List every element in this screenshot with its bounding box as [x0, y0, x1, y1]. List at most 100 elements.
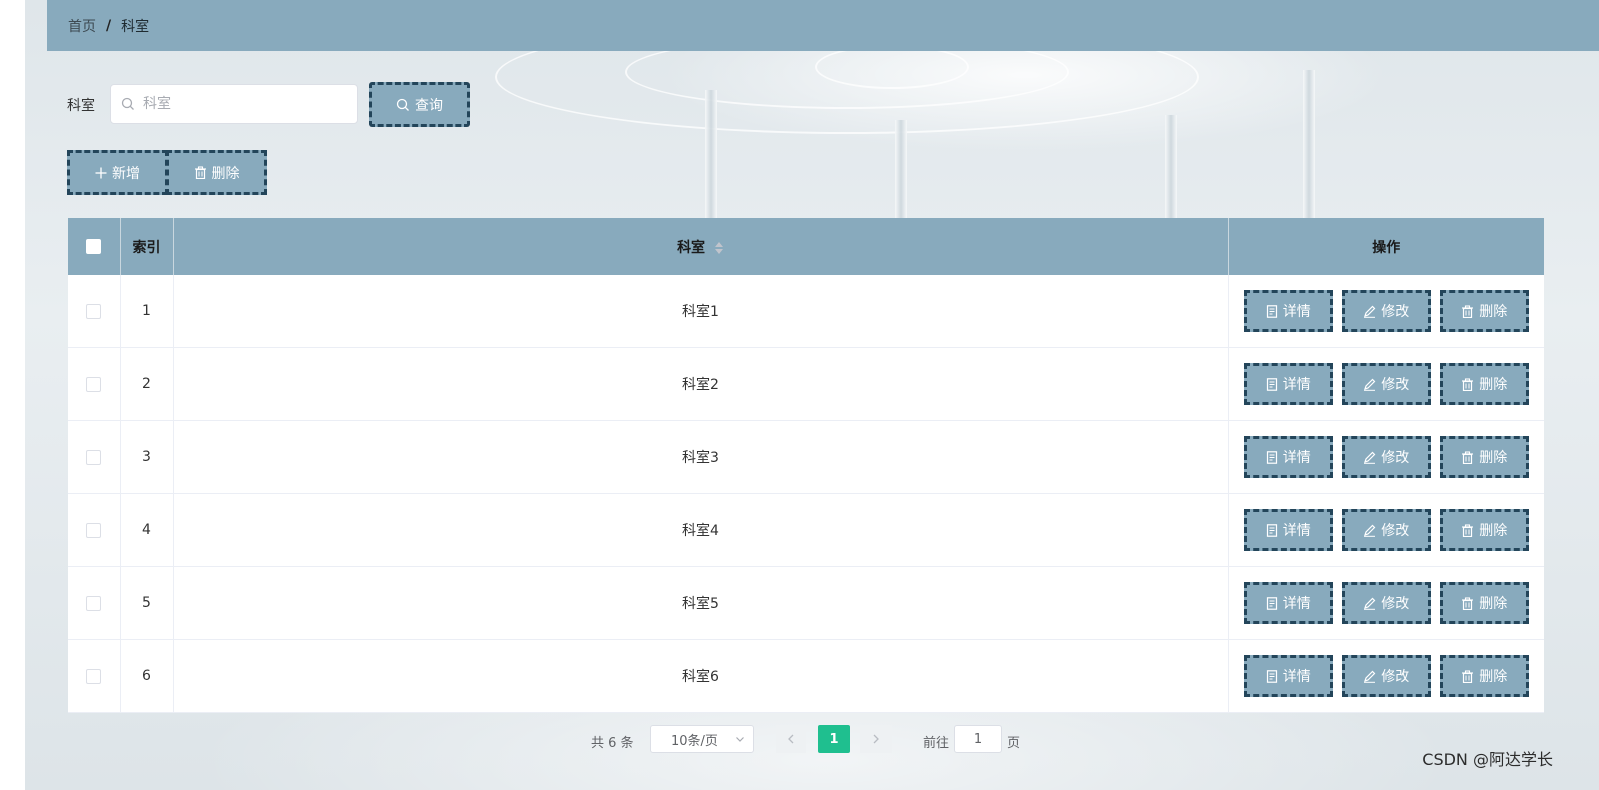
row-name: 科室6: [173, 639, 1229, 713]
edit-icon: [1364, 305, 1376, 318]
edit-button-label: 修改: [1381, 523, 1410, 539]
search-field[interactable]: [141, 95, 345, 113]
document-icon: [1266, 304, 1277, 318]
trash-icon: [1462, 377, 1474, 391]
goto-suffix: 页: [1007, 736, 1021, 751]
trash-icon: [1462, 304, 1474, 318]
row-name: 科室1: [173, 275, 1229, 348]
table-header-row: 索引 科室 操作: [68, 218, 1544, 275]
trash-icon: [194, 166, 206, 179]
next-page-button[interactable]: [860, 725, 892, 753]
goto-page-input[interactable]: [954, 725, 1002, 753]
row-name: 科室5: [173, 566, 1229, 640]
edit-icon: [1364, 524, 1376, 537]
detail-button[interactable]: 详情: [1243, 290, 1333, 332]
chevron-down-icon: [736, 737, 744, 742]
header-select-all[interactable]: [68, 218, 121, 275]
select-all-checkbox[interactable]: [86, 239, 102, 254]
edit-button[interactable]: 修改: [1341, 290, 1431, 332]
row-checkbox[interactable]: [86, 668, 102, 684]
search-input[interactable]: [110, 84, 358, 124]
page-number-1[interactable]: 1: [818, 725, 850, 753]
detail-button-label: 详情: [1282, 450, 1311, 466]
column-header-index: 索引: [120, 218, 174, 275]
row-select-cell: [68, 566, 121, 640]
delete-button[interactable]: 删除: [1439, 582, 1529, 624]
breadcrumb-separator: /: [106, 17, 112, 34]
edit-button[interactable]: 修改: [1341, 655, 1431, 697]
edit-icon: [1364, 597, 1376, 610]
prev-page-button[interactable]: [776, 725, 806, 753]
delete-button-label: 删除: [1479, 377, 1508, 393]
chevron-right-icon: [873, 734, 879, 744]
sort-icon[interactable]: [714, 241, 724, 255]
delete-button[interactable]: 删除: [1439, 509, 1529, 551]
trash-icon: [1462, 596, 1474, 610]
column-header-name[interactable]: 科室: [173, 218, 1229, 275]
edit-button-label: 修改: [1381, 669, 1410, 685]
delete-button-label: 删除: [1479, 304, 1508, 320]
add-button-label: 新增: [112, 165, 140, 182]
row-index: 1: [120, 275, 174, 348]
edit-button[interactable]: 修改: [1341, 436, 1431, 478]
delete-button-label: 删除: [1479, 669, 1508, 685]
table-row: 6 科室6 详情 修改 删除: [68, 639, 1544, 713]
table-row: 1 科室1 详情 修改 删除: [68, 275, 1544, 348]
row-select-cell: [68, 639, 121, 713]
edit-button[interactable]: 修改: [1341, 509, 1431, 551]
document-icon: [1266, 450, 1277, 464]
search-icon: [396, 98, 409, 111]
delete-button[interactable]: 删除: [1439, 363, 1529, 405]
add-button[interactable]: 新增: [67, 150, 168, 195]
row-checkbox[interactable]: [86, 595, 102, 611]
chevron-left-icon: [788, 734, 794, 744]
delete-button-label: 删除: [1479, 523, 1508, 539]
delete-button-label: 删除: [1479, 596, 1508, 612]
row-select-cell: [68, 347, 121, 421]
edit-button[interactable]: 修改: [1341, 582, 1431, 624]
document-icon: [1266, 596, 1277, 610]
page-size-select[interactable]: 10条/页: [650, 725, 754, 753]
watermark: CSDN @阿达学长: [1422, 750, 1553, 769]
detail-button[interactable]: 详情: [1243, 363, 1333, 405]
row-checkbox[interactable]: [86, 449, 102, 465]
row-checkbox[interactable]: [86, 303, 102, 319]
row-index: 4: [120, 493, 174, 567]
column-header-actions: 操作: [1228, 218, 1544, 275]
batch-delete-button[interactable]: 删除: [166, 150, 267, 195]
breadcrumb-home[interactable]: 首页: [68, 16, 96, 36]
row-checkbox[interactable]: [86, 522, 102, 538]
row-actions: 详情 修改 删除: [1228, 420, 1544, 494]
detail-button[interactable]: 详情: [1243, 655, 1333, 697]
batch-delete-button-label: 删除: [211, 165, 240, 182]
edit-icon: [1364, 670, 1376, 683]
row-name: 科室4: [173, 493, 1229, 567]
goto-label: 前往: [923, 736, 950, 751]
edit-button[interactable]: 修改: [1341, 363, 1431, 405]
page-size-value: 10条/页: [671, 733, 718, 749]
detail-button[interactable]: 详情: [1243, 436, 1333, 478]
detail-button-label: 详情: [1282, 596, 1311, 612]
detail-button[interactable]: 详情: [1243, 509, 1333, 551]
delete-button[interactable]: 删除: [1439, 290, 1529, 332]
row-select-cell: [68, 420, 121, 494]
detail-button-label: 详情: [1282, 304, 1311, 320]
detail-button[interactable]: 详情: [1243, 582, 1333, 624]
search-label: 科室: [67, 98, 95, 114]
delete-button[interactable]: 删除: [1439, 436, 1529, 478]
edit-button-label: 修改: [1381, 377, 1410, 393]
edit-icon: [1364, 451, 1376, 464]
row-actions: 详情 修改 删除: [1228, 493, 1544, 567]
row-checkbox[interactable]: [86, 376, 102, 392]
breadcrumb: 首页 / 科室: [47, 0, 1599, 51]
trash-icon: [1462, 450, 1474, 464]
edit-icon: [1364, 378, 1376, 391]
delete-button[interactable]: 删除: [1439, 655, 1529, 697]
table-row: 2 科室2 详情 修改 删除: [68, 347, 1544, 421]
edit-button-label: 修改: [1381, 304, 1410, 320]
trash-icon: [1462, 523, 1474, 537]
query-button-label: 查询: [415, 97, 443, 114]
row-index: 3: [120, 420, 174, 494]
row-name: 科室3: [173, 420, 1229, 494]
query-button[interactable]: 查询: [369, 82, 470, 127]
